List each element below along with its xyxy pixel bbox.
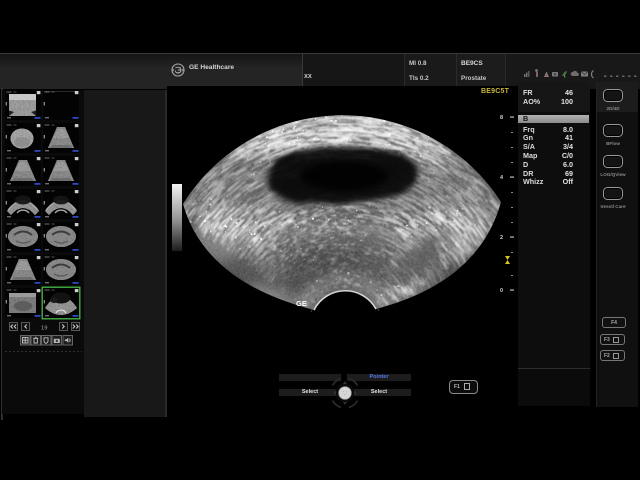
svg-text:8: 8	[500, 115, 503, 121]
svg-text:GE: GE	[296, 299, 307, 308]
svg-text:0: 0	[500, 288, 503, 294]
svg-text:19: 19	[41, 325, 47, 331]
svg-text:4: 4	[500, 175, 504, 181]
svg-text:2: 2	[500, 235, 503, 241]
